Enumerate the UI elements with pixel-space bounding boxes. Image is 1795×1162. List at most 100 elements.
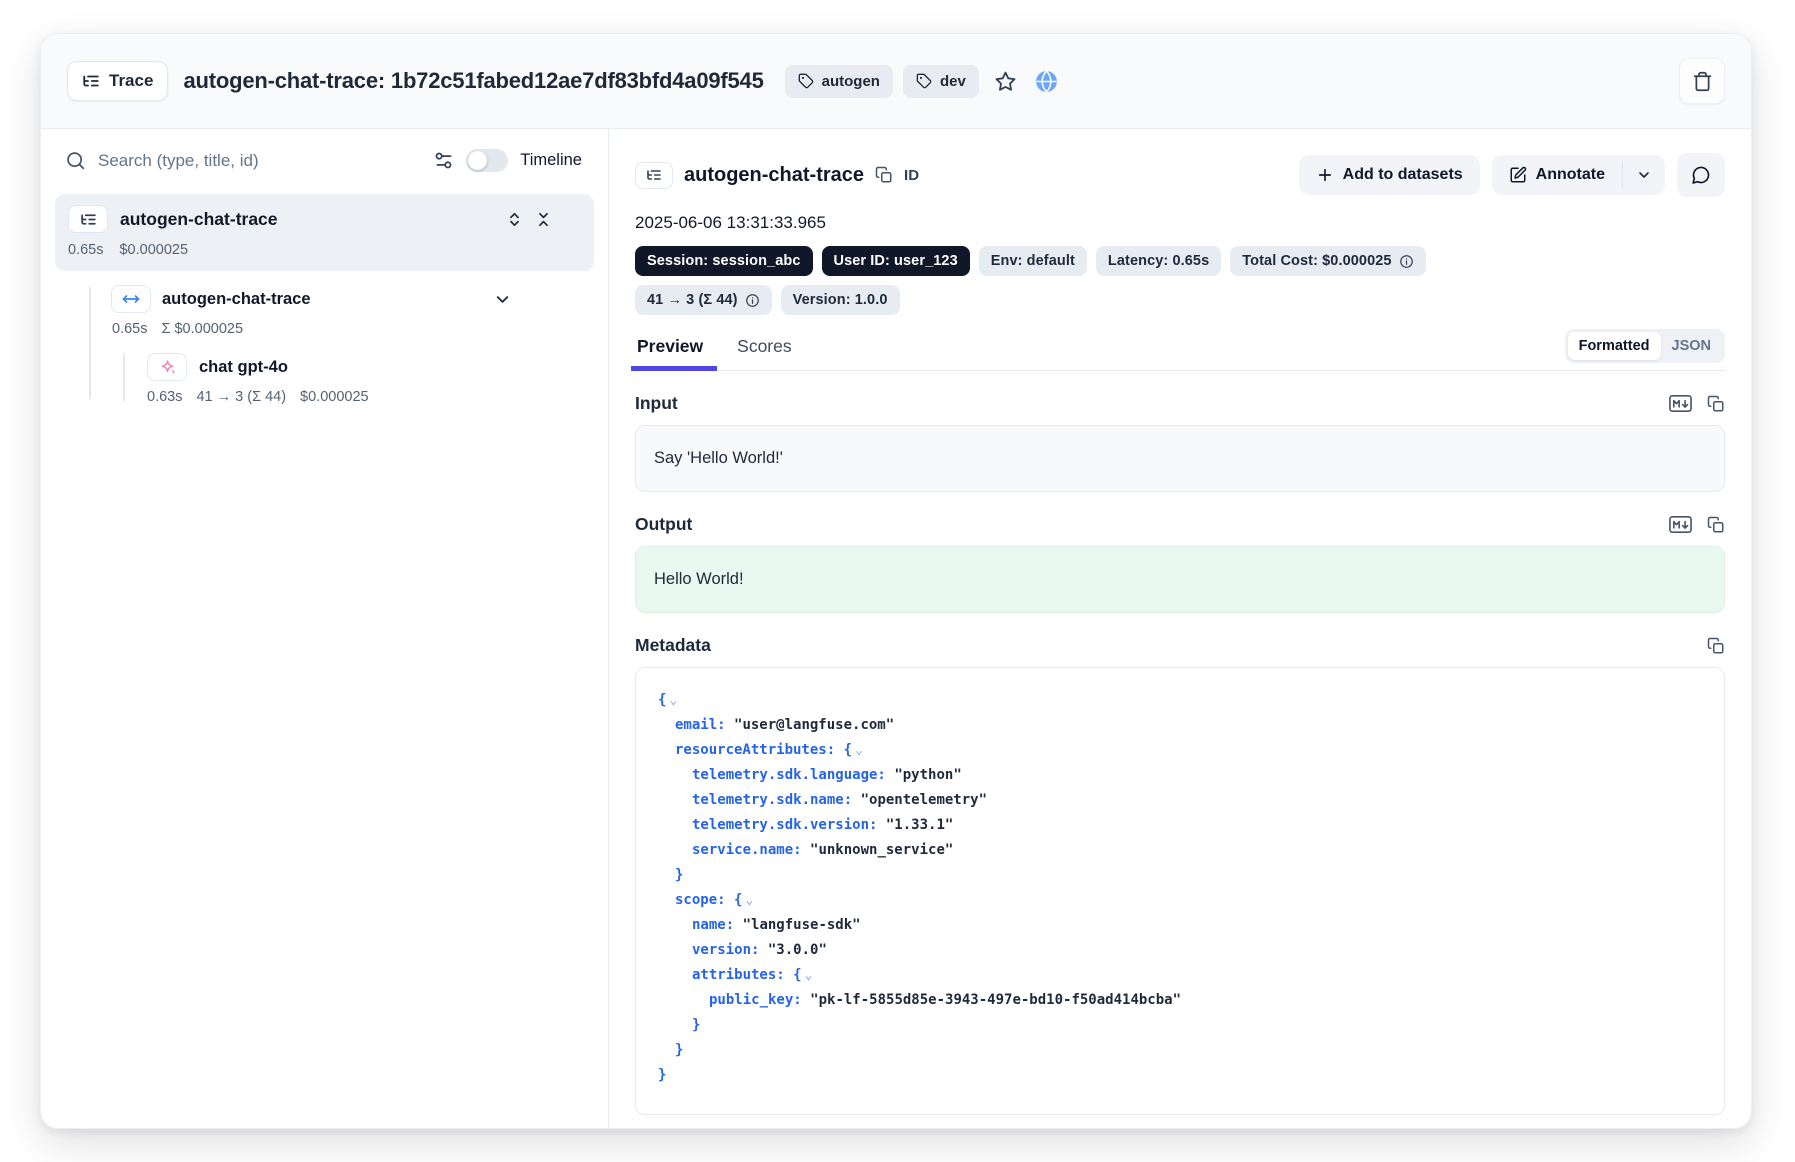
add-to-datasets-button[interactable]: Add to datasets (1299, 155, 1480, 195)
annotate-split-button: Annotate (1492, 155, 1665, 195)
markdown-toggle-icon[interactable] (1669, 515, 1692, 534)
delete-trace-button[interactable] (1679, 58, 1725, 104)
trace-attribute-badge[interactable]: Session: session_abc (635, 246, 813, 276)
trash-icon (1692, 71, 1713, 92)
markdown-toggle-icon[interactable] (1669, 394, 1692, 413)
info-icon (1399, 254, 1414, 269)
json-close-brace: } (692, 1017, 700, 1033)
tab-preview[interactable]: Preview (635, 330, 705, 370)
detail-tabs: Preview Scores Formatted JSON (635, 329, 1725, 371)
metadata-json-line: } (650, 1013, 1710, 1038)
trace-type-badge[interactable]: Trace (67, 61, 168, 101)
trace-attribute-badge[interactable]: Env: default (979, 246, 1087, 276)
metadata-json-line: {⌄ (650, 688, 1710, 713)
comment-bubble-icon (1691, 165, 1711, 185)
trace-tag[interactable]: dev (903, 65, 979, 98)
metadata-json-line: scope: {⌄ (650, 888, 1710, 913)
json-value: "unknown_service" (810, 842, 953, 858)
trace-tag[interactable]: autogen (785, 65, 893, 98)
trace-attribute-badge[interactable]: Total Cost: $0.000025 (1230, 246, 1425, 276)
search-input[interactable] (98, 151, 421, 171)
trace-timestamp: 2025-06-06 13:31:33.965 (635, 213, 1725, 233)
annotate-dropdown-caret[interactable] (1623, 155, 1665, 195)
page-title: autogen-chat-trace: 1b72c51fabed12ae7df8… (183, 68, 763, 94)
json-close-brace: } (658, 1067, 666, 1083)
json-key: telemetry.sdk.version: (692, 817, 877, 833)
json-open-brace: { (793, 967, 801, 983)
json-key: service.name: (692, 842, 802, 858)
metadata-json-line: email: "user@langfuse.com" (650, 713, 1710, 738)
tag-icon (916, 73, 932, 89)
metadata-json-line: } (650, 1038, 1710, 1063)
trace-tree-sidebar: Timeline autogen-chat-trace (41, 129, 609, 1128)
output-content: Hello World! (635, 546, 1725, 613)
json-value: "pk-lf-5855d85e-3943-497e-bd10-f50ad414b… (810, 992, 1181, 1008)
json-key: telemetry.sdk.name: (692, 792, 852, 808)
metadata-json-line: resourceAttributes: {⌄ (650, 738, 1710, 763)
trace-metadata-badges: Session: session_abc User ID: user_123 Env… (635, 246, 1725, 315)
trace-attribute-badge[interactable]: 41 → 3 (Σ 44) (635, 285, 772, 315)
search-icon (65, 150, 86, 171)
span-node-badge (111, 285, 151, 313)
tree-node-generation[interactable]: chat gpt-4o 0.63s41 → 3 (Σ 44)$0.000025 (147, 353, 594, 405)
tab-scores[interactable]: Scores (735, 330, 793, 370)
tree-settings-icon[interactable] (433, 150, 454, 171)
json-value: "langfuse-sdk" (743, 917, 861, 933)
tree-node-stats: 0.65sΣ $0.000025 (112, 321, 594, 337)
badge-label: Latency: 0.65s (1108, 253, 1209, 269)
metadata-json-line: } (650, 1063, 1710, 1088)
copy-icon[interactable] (1707, 637, 1725, 655)
tree-node-stats: 0.63s41 → 3 (Σ 44)$0.000025 (147, 389, 594, 405)
expand-all-icon[interactable] (506, 211, 523, 228)
badge-row: 41 → 3 (Σ 44) Version: 1.0.0 (635, 285, 1725, 315)
input-content: Say 'Hello World!' (635, 425, 1725, 492)
json-value: "python" (894, 767, 961, 783)
tree-node-trace[interactable]: autogen-chat-trace 0.65s$0.000025 (55, 194, 594, 271)
collapse-chevron-icon[interactable]: ⌄ (855, 743, 863, 758)
trace-node-badge (68, 205, 108, 233)
tree-indent-line (89, 287, 91, 399)
trace-attribute-badge[interactable]: User ID: user_123 (822, 246, 970, 276)
tree-node-span[interactable]: autogen-chat-trace 0.65sΣ $0.000025 (111, 285, 594, 337)
trace-type-label: Trace (109, 71, 153, 91)
timeline-label: Timeline (520, 151, 582, 170)
window-header: Trace autogen-chat-trace: 1b72c51fabed12… (41, 34, 1751, 129)
format-formatted-option[interactable]: Formatted (1568, 332, 1661, 360)
metadata-json-line: telemetry.sdk.name: "opentelemetry" (650, 788, 1710, 813)
info-icon (745, 293, 760, 308)
trace-attribute-badge[interactable]: Version: 1.0.0 (781, 285, 900, 315)
tree-node-label: autogen-chat-trace (120, 209, 278, 230)
json-close-brace: } (675, 867, 683, 883)
globe-icon (1034, 69, 1059, 94)
edit-pencil-icon (1509, 166, 1527, 184)
format-json-option[interactable]: JSON (1661, 332, 1723, 360)
tag-icon (798, 73, 814, 89)
collapse-chevron-icon[interactable]: ⌄ (669, 693, 677, 708)
badge-label: Env: default (991, 253, 1075, 269)
chevron-down-icon[interactable] (493, 290, 512, 309)
tag-label: dev (940, 73, 966, 90)
metadata-json-line: version: "3.0.0" (650, 938, 1710, 963)
star-bookmark-button[interactable] (994, 70, 1017, 93)
tag-label: autogen (822, 73, 880, 90)
copy-id-icon[interactable] (875, 166, 893, 184)
timeline-toggle[interactable] (466, 149, 508, 172)
trace-attribute-badge[interactable]: Latency: 0.65s (1096, 246, 1221, 276)
collapse-chevron-icon[interactable]: ⌄ (745, 893, 753, 908)
public-share-button[interactable] (1034, 69, 1059, 94)
collapse-chevron-icon[interactable]: ⌄ (805, 968, 813, 983)
annotate-button[interactable]: Annotate (1492, 155, 1622, 195)
json-close-brace: } (675, 1042, 683, 1058)
badge-label: Version: 1.0.0 (793, 292, 888, 308)
json-open-brace: { (844, 742, 852, 758)
star-icon (994, 70, 1017, 93)
copy-icon[interactable] (1707, 516, 1725, 534)
collapse-all-icon[interactable] (535, 211, 552, 228)
metadata-section-header: Metadata (635, 635, 1725, 656)
output-label: Output (635, 514, 692, 535)
output-section-header: Output (635, 514, 1725, 535)
copy-icon[interactable] (1707, 395, 1725, 413)
comments-button[interactable] (1677, 153, 1725, 197)
toggle-knob (468, 151, 487, 170)
tree-node-label: autogen-chat-trace (162, 290, 311, 309)
